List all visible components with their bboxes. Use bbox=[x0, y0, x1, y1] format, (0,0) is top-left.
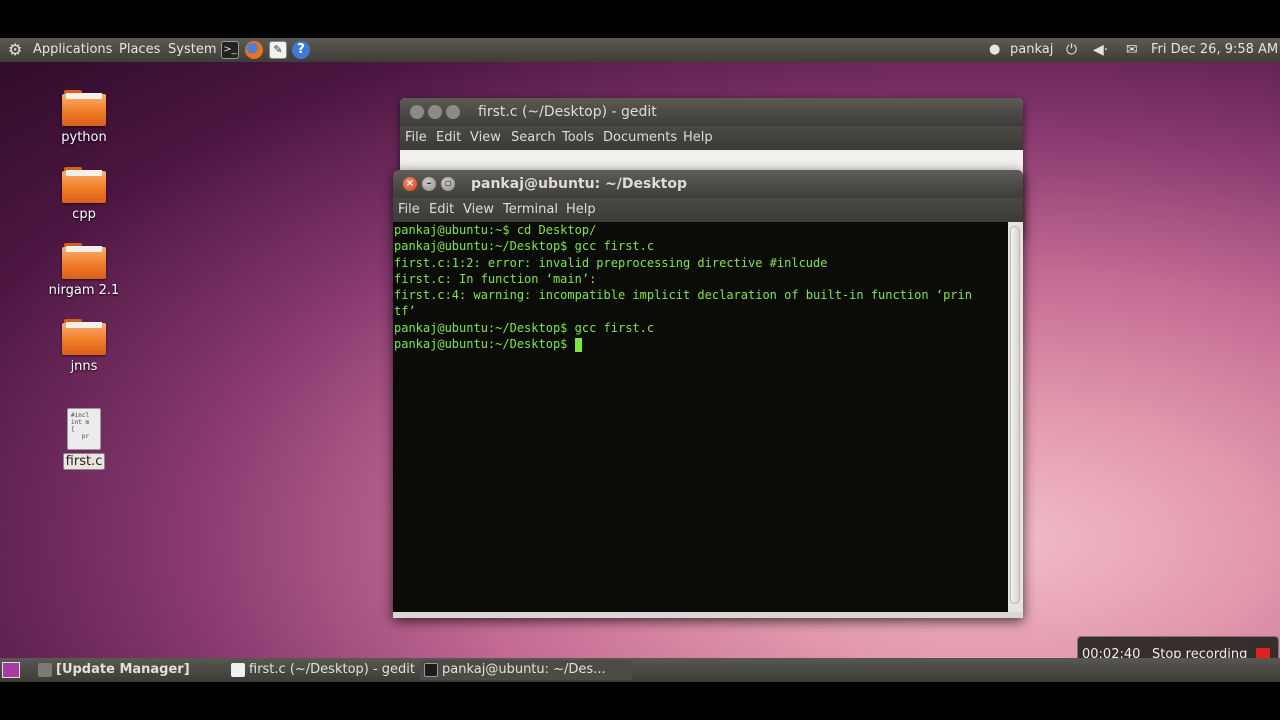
terminal-window: × – ▫ pankaj@ubuntu: ~/Desktop File Edit… bbox=[393, 170, 1023, 618]
terminal-prompt: pankaj@ubuntu:~/Desktop$ bbox=[394, 337, 575, 352]
folder-icon bbox=[62, 319, 106, 355]
show-desktop-icon[interactable] bbox=[2, 662, 20, 678]
desktop-folder-nirgam[interactable]: nirgam 2.1 bbox=[44, 243, 124, 298]
desktop-folder-jnns[interactable]: jnns bbox=[44, 319, 124, 374]
power-icon[interactable]: ⏻ bbox=[1066, 38, 1077, 62]
terminal-output[interactable]: pankaj@ubuntu:~$ cd Desktop/ pankaj@ubun… bbox=[393, 222, 1008, 612]
terminal-title: pankaj@ubuntu: ~/Desktop bbox=[471, 176, 687, 192]
folder-icon bbox=[62, 90, 106, 126]
volume-icon[interactable]: ◀· bbox=[1093, 38, 1108, 62]
ubuntu-logo-icon[interactable]: ⚙ bbox=[8, 38, 22, 62]
gedit-menu-view[interactable]: View bbox=[470, 126, 501, 150]
terminal-cursor bbox=[574, 337, 582, 352]
user-name[interactable]: pankaj bbox=[1010, 38, 1053, 62]
terminal-line: first.c: In function ‘main’: bbox=[394, 271, 597, 286]
gedit-menu-tools[interactable]: Tools bbox=[562, 126, 594, 150]
maximize-icon[interactable]: ▫ bbox=[441, 177, 455, 191]
desktop-icon-label: cpp bbox=[72, 207, 96, 222]
minimize-icon[interactable]: – bbox=[422, 177, 436, 191]
desktop-folder-cpp[interactable]: cpp bbox=[44, 167, 124, 222]
text-editor-launcher-icon[interactable]: ✎ bbox=[269, 41, 287, 59]
menu-places[interactable]: Places bbox=[119, 38, 160, 62]
terminal-frame-bottom bbox=[393, 612, 1023, 618]
desktop-file-first-c[interactable]: #incl int m { pr first.c bbox=[44, 408, 124, 470]
gedit-menu-help[interactable]: Help bbox=[683, 126, 713, 150]
taskbar-label: [Update Manager] bbox=[56, 662, 190, 677]
terminal-line: tf’ bbox=[394, 304, 416, 319]
scrollbar-thumb[interactable] bbox=[1010, 226, 1020, 604]
maximize-icon[interactable] bbox=[446, 105, 460, 119]
terminal-menu-file[interactable]: File bbox=[398, 198, 420, 222]
terminal-prompt-line[interactable]: pankaj@ubuntu:~/Desktop$ bbox=[393, 336, 1008, 352]
terminal-menubar: File Edit View Terminal Help bbox=[393, 198, 1023, 222]
close-icon[interactable]: × bbox=[403, 177, 417, 191]
close-icon[interactable] bbox=[410, 105, 424, 119]
terminal-titlebar[interactable]: × – ▫ pankaj@ubuntu: ~/Desktop bbox=[393, 170, 1023, 198]
gedit-titlebar[interactable]: first.c (~/Desktop) - gedit bbox=[400, 98, 1023, 126]
clock[interactable]: Fri Dec 26, 9:58 AM bbox=[1151, 38, 1278, 62]
terminal-scrollbar[interactable] bbox=[1008, 222, 1023, 612]
taskbar-item-update-manager[interactable]: [Update Manager] bbox=[34, 660, 246, 680]
folder-icon bbox=[62, 167, 106, 203]
terminal-line: pankaj@ubuntu:~/Desktop$ gcc first.c bbox=[394, 239, 655, 254]
terminal-line: pankaj@ubuntu:~$ cd Desktop/ bbox=[394, 223, 597, 237]
taskbar-label: pankaj@ubuntu: ~/Des... bbox=[442, 662, 606, 677]
taskbar-item-terminal[interactable]: pankaj@ubuntu: ~/Des... bbox=[420, 660, 632, 680]
mail-icon[interactable]: ✉ bbox=[1126, 38, 1138, 62]
terminal-line: first.c:4: warning: incompatible implici… bbox=[394, 288, 972, 303]
terminal-menu-help[interactable]: Help bbox=[566, 198, 596, 222]
gedit-menu-file[interactable]: File bbox=[405, 126, 427, 150]
user-status-icon: ● bbox=[989, 42, 1001, 57]
desktop-icon-label: jnns bbox=[70, 359, 98, 374]
terminal-menu-edit[interactable]: Edit bbox=[429, 198, 454, 222]
menu-system[interactable]: System bbox=[168, 38, 216, 62]
gedit-menu-edit[interactable]: Edit bbox=[436, 126, 461, 150]
desktop-icon-label: python bbox=[61, 130, 107, 145]
gedit-menubar: File Edit View Search Tools Documents He… bbox=[400, 126, 1023, 150]
terminal-menu-view[interactable]: View bbox=[463, 198, 494, 222]
text-editor-icon bbox=[231, 663, 245, 677]
taskbar-item-gedit[interactable]: first.c (~/Desktop) - gedit bbox=[227, 660, 437, 680]
bottom-panel: [Update Manager] first.c (~/Desktop) - g… bbox=[0, 658, 1280, 682]
update-manager-icon bbox=[38, 663, 52, 677]
help-icon[interactable]: ? bbox=[292, 41, 310, 59]
gedit-toolbar bbox=[400, 150, 1023, 170]
menu-applications[interactable]: Applications bbox=[33, 38, 112, 62]
desktop: ⚙ Applications Places System >_ ✎ ? ● pa… bbox=[0, 38, 1280, 682]
desktop-icon-label: first.c bbox=[62, 453, 106, 470]
terminal-icon bbox=[424, 663, 438, 677]
top-panel: ⚙ Applications Places System >_ ✎ ? ● pa… bbox=[0, 38, 1280, 62]
minimize-icon[interactable] bbox=[428, 105, 442, 119]
desktop-folder-python[interactable]: python bbox=[44, 90, 124, 145]
terminal-launcher-icon[interactable]: >_ bbox=[221, 41, 239, 59]
folder-icon bbox=[62, 243, 106, 279]
gedit-menu-search[interactable]: Search bbox=[511, 126, 556, 150]
gedit-menu-documents[interactable]: Documents bbox=[603, 126, 677, 150]
text-file-icon: #incl int m { pr bbox=[67, 408, 101, 450]
terminal-line: first.c:1:2: error: invalid preprocessin… bbox=[394, 255, 828, 270]
gedit-title: first.c (~/Desktop) - gedit bbox=[478, 104, 657, 120]
terminal-line: pankaj@ubuntu:~/Desktop$ gcc first.c bbox=[394, 320, 655, 335]
taskbar-label: first.c (~/Desktop) - gedit bbox=[249, 662, 416, 677]
firefox-icon[interactable] bbox=[245, 41, 263, 59]
desktop-icon-label: nirgam 2.1 bbox=[48, 283, 120, 298]
terminal-menu-terminal[interactable]: Terminal bbox=[503, 198, 558, 222]
